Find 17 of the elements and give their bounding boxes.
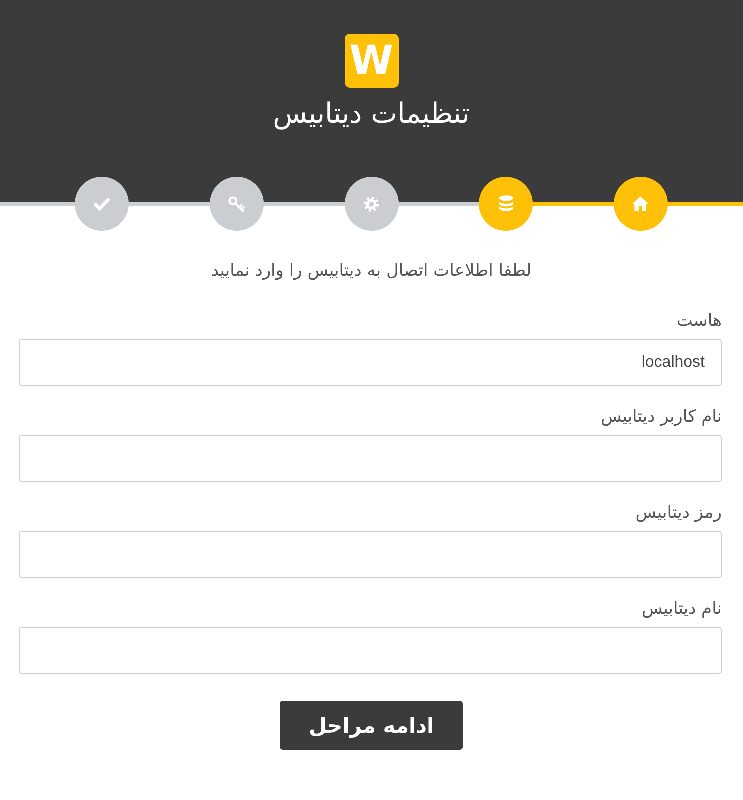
home-icon [632, 196, 650, 212]
field-label: هاست [676, 310, 722, 332]
gear-icon [364, 196, 380, 212]
field-label: نام کاربر دیتابیس [600, 406, 722, 428]
input-field[interactable] [19, 435, 722, 482]
input-field[interactable] [19, 531, 722, 578]
field-label: رمز دیتابیس [634, 502, 722, 524]
page-title: تنظیمات دیتابیس [273, 96, 470, 132]
field-label: نام دیتابیس [641, 598, 722, 620]
logo: W [344, 34, 398, 88]
input-field[interactable]: localhost [19, 339, 722, 386]
database-icon [498, 195, 514, 213]
continue-button[interactable]: ادامه مراحل [280, 701, 463, 750]
instruction-text: لطفا اطلاعات اتصال به دیتابیس را وارد نمایید [210, 261, 533, 281]
input-field[interactable] [19, 627, 722, 674]
key-icon [228, 196, 246, 212]
check-icon [94, 198, 110, 210]
